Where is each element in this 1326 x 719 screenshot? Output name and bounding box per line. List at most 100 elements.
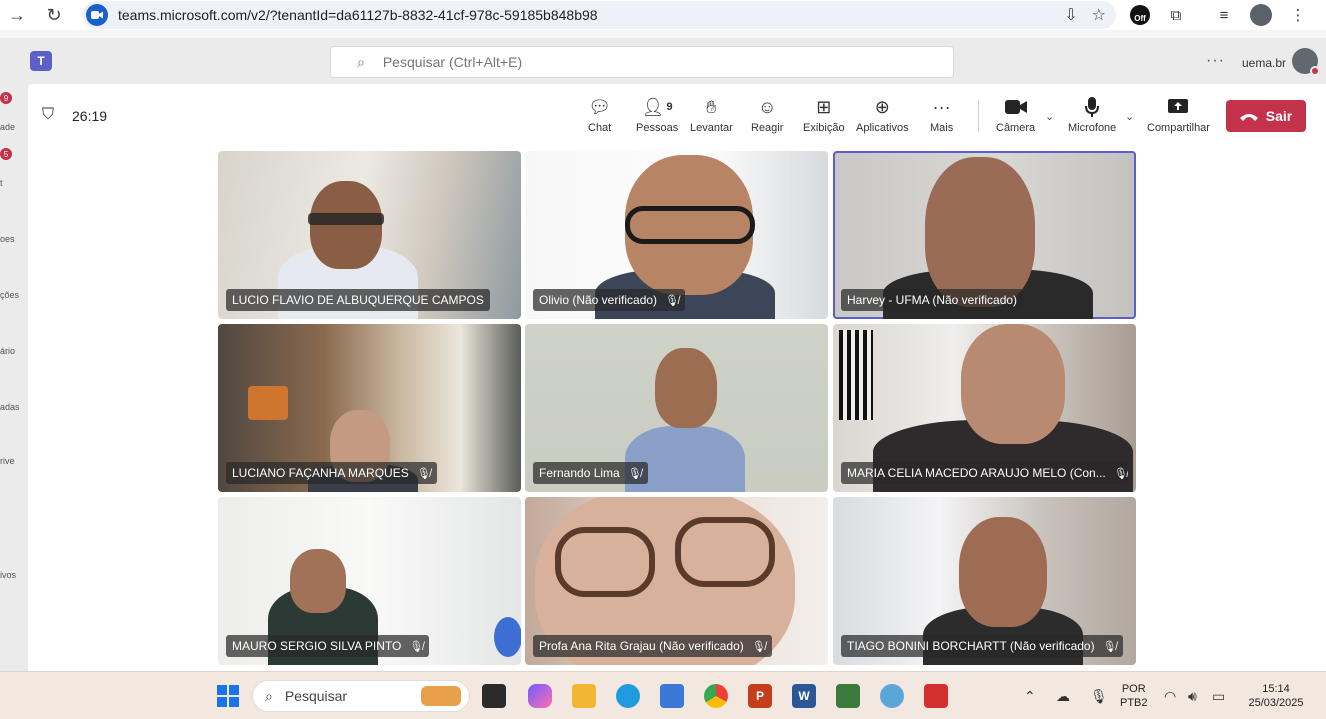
leave-button[interactable]: Sair bbox=[1226, 100, 1306, 132]
clock[interactable]: 15:14 25/03/2025 bbox=[1244, 682, 1308, 710]
apps-button[interactable]: ⊕ Aplicativos bbox=[856, 96, 909, 135]
rail-badge: 5 bbox=[0, 148, 12, 160]
video-tile[interactable]: Fernando Lima 🎙︎̸ bbox=[525, 324, 828, 492]
battery-icon[interactable]: ▭ bbox=[1212, 688, 1225, 705]
language-indicator[interactable]: POR PTB2 bbox=[1120, 682, 1148, 710]
rail-item-chat[interactable]: t bbox=[0, 178, 28, 188]
more-button[interactable]: ··· Mais bbox=[930, 96, 953, 135]
maps-icon[interactable] bbox=[880, 684, 904, 708]
browser-profile-avatar[interactable] bbox=[1250, 4, 1272, 26]
meeting-toolbar: ⛉ 26:19 💬︎ Chat 👤︎ 9 Pessoas ✋︎ Levantar … bbox=[28, 84, 1326, 146]
video-tile[interactable]: TIAGO BONINI BORCHARTT (Não verificado) … bbox=[833, 497, 1136, 665]
blue-ball bbox=[494, 617, 521, 657]
people-button[interactable]: 👤︎ 9 Pessoas bbox=[636, 96, 679, 135]
view-label: Exibição bbox=[803, 122, 845, 134]
react-label: Reagir bbox=[751, 122, 784, 134]
smiley-icon: ☺ bbox=[758, 96, 777, 117]
hang-up-icon bbox=[1239, 108, 1258, 124]
file-explorer-icon[interactable] bbox=[572, 684, 596, 708]
more-options-icon[interactable]: ··· bbox=[1206, 52, 1225, 70]
raise-hand-button[interactable]: ✋︎ Levantar bbox=[690, 96, 733, 135]
participant-face bbox=[961, 324, 1065, 444]
grid-view-icon: ⊞ bbox=[816, 96, 832, 117]
rail-item-onedrive[interactable]: rive bbox=[0, 456, 28, 466]
camera-button[interactable]: Câmera bbox=[996, 96, 1035, 134]
powerpoint-icon[interactable]: P bbox=[748, 684, 772, 708]
volume-icon[interactable]: 🔊︎ bbox=[1188, 688, 1197, 705]
toolbar-divider bbox=[978, 100, 979, 132]
app-icon[interactable] bbox=[836, 684, 860, 708]
glasses bbox=[675, 517, 775, 587]
cloud-icon[interactable]: ☁ bbox=[1056, 688, 1070, 705]
participant-name: TIAGO BONINI BORCHARTT (Não verificado) bbox=[847, 639, 1095, 653]
rail-item-communities[interactable]: ções bbox=[0, 290, 28, 300]
mic-off-icon: 🎙︎̸ bbox=[627, 467, 642, 480]
participant-name: MAURO SERGIO SILVA PINTO bbox=[232, 639, 402, 653]
clock-date: 25/03/2025 bbox=[1248, 697, 1304, 709]
video-tile[interactable]: MAURO SERGIO SILVA PINTO 🎙︎̸ bbox=[218, 497, 521, 665]
windows-taskbar: ⌕ Pesquisar P W ⌃ ☁ 🎙︎ POR PTB2 ◠ 🔊︎ ▭ 1… bbox=[0, 671, 1326, 719]
taskbar-search-label: Pesquisar bbox=[284, 688, 348, 704]
tray-chevron-up-icon[interactable]: ⌃ bbox=[1024, 688, 1036, 705]
store-icon[interactable] bbox=[660, 684, 684, 708]
microphone-icon bbox=[1085, 96, 1100, 118]
app-rail: 9 ade 5 t oes ções ário adas rive ivos bbox=[0, 84, 28, 671]
copilot-icon[interactable] bbox=[528, 684, 552, 708]
share-screen-icon bbox=[1168, 96, 1189, 118]
reload-icon[interactable]: ↻ bbox=[41, 2, 67, 28]
video-tile[interactable]: Olivio (Não verificado) 🎙︎̸ bbox=[525, 151, 828, 319]
forward-icon[interactable]: → bbox=[4, 2, 30, 28]
rail-item-calendar[interactable]: ário bbox=[0, 346, 28, 356]
install-app-icon[interactable]: ⇩ bbox=[1064, 5, 1077, 25]
meeting-stage: ⛉ 26:19 💬︎ Chat 👤︎ 9 Pessoas ✋︎ Levantar … bbox=[28, 84, 1326, 671]
chat-button[interactable]: 💬︎ Chat bbox=[588, 96, 612, 135]
browser-menu-icon[interactable]: ⋮ bbox=[1288, 5, 1308, 25]
participant-name: MARIA CELIA MACEDO ARAUJO MELO (Con... bbox=[847, 466, 1106, 480]
windows-start-icon[interactable] bbox=[216, 684, 240, 708]
video-tile[interactable]: Profa Ana Rita Grajau (Não verificado) 🎙… bbox=[525, 497, 828, 665]
react-button[interactable]: ☺ Reagir bbox=[751, 96, 784, 135]
rail-item-files[interactable]: ivos bbox=[0, 570, 28, 580]
taskbar-search[interactable]: ⌕ Pesquisar bbox=[252, 680, 470, 712]
task-view-icon[interactable] bbox=[482, 684, 506, 708]
participant-name: LUCIO FLAVIO DE ALBUQUERQUE CAMPOS bbox=[232, 293, 484, 307]
bookmark-star-icon[interactable]: ☆ bbox=[1092, 5, 1106, 25]
video-tile[interactable]: LUCIANO FAÇANHA MARQUES 🎙︎̸ bbox=[218, 324, 521, 492]
striped-wall-art bbox=[839, 330, 873, 420]
glasses bbox=[308, 213, 384, 225]
rail-item-teams[interactable]: oes bbox=[0, 234, 28, 244]
extension-off-icon[interactable]: Off bbox=[1130, 5, 1150, 25]
chat-label: Chat bbox=[588, 122, 612, 134]
people-label: Pessoas bbox=[636, 122, 679, 134]
media-control-icon[interactable]: ≡ bbox=[1214, 5, 1234, 25]
video-tile-active-speaker[interactable]: Harvey - UFMA (Não verificado) bbox=[833, 151, 1136, 319]
microphone-button[interactable]: Microfone bbox=[1068, 96, 1116, 134]
word-icon[interactable]: W bbox=[792, 684, 816, 708]
acrobat-icon[interactable] bbox=[924, 684, 948, 708]
share-button[interactable]: Compartilhar bbox=[1147, 96, 1210, 134]
rail-item-activity[interactable]: ade bbox=[0, 122, 28, 132]
search-input[interactable] bbox=[382, 54, 883, 70]
rail-item-calls[interactable]: adas bbox=[0, 402, 28, 412]
keyboard-layout: PTB2 bbox=[1120, 697, 1148, 709]
mic-options-chevron-icon[interactable]: ⌄ bbox=[1125, 110, 1134, 123]
participant-name-tag: TIAGO BONINI BORCHARTT (Não verificado) … bbox=[841, 635, 1123, 657]
language-code: POR bbox=[1121, 683, 1146, 695]
participant-face bbox=[290, 549, 346, 613]
rail-badge: 9 bbox=[0, 92, 12, 104]
teams-search[interactable]: ⌕ bbox=[330, 46, 954, 78]
raise-label: Levantar bbox=[690, 122, 733, 134]
participant-face bbox=[655, 348, 717, 428]
wifi-icon[interactable]: ◠ bbox=[1164, 688, 1176, 705]
chrome-icon[interactable] bbox=[704, 684, 728, 708]
edge-browser-icon[interactable] bbox=[616, 684, 640, 708]
view-button[interactable]: ⊞ Exibição bbox=[803, 96, 845, 135]
address-bar[interactable]: teams.microsoft.com/v2/?tenantId=da61127… bbox=[82, 1, 1116, 29]
video-tile[interactable]: MARIA CELIA MACEDO ARAUJO MELO (Con... 🎙… bbox=[833, 324, 1136, 492]
raise-hand-icon: ✋︎ bbox=[706, 96, 717, 117]
video-tile[interactable]: LUCIO FLAVIO DE ALBUQUERQUE CAMPOS bbox=[218, 151, 521, 319]
mic-off-icon: 🎙︎̸ bbox=[665, 294, 680, 307]
camera-options-chevron-icon[interactable]: ⌄ bbox=[1045, 110, 1054, 123]
extensions-puzzle-icon[interactable]: ⧉ bbox=[1166, 5, 1186, 25]
microphone-icon[interactable]: 🎙︎ bbox=[1090, 688, 1108, 705]
